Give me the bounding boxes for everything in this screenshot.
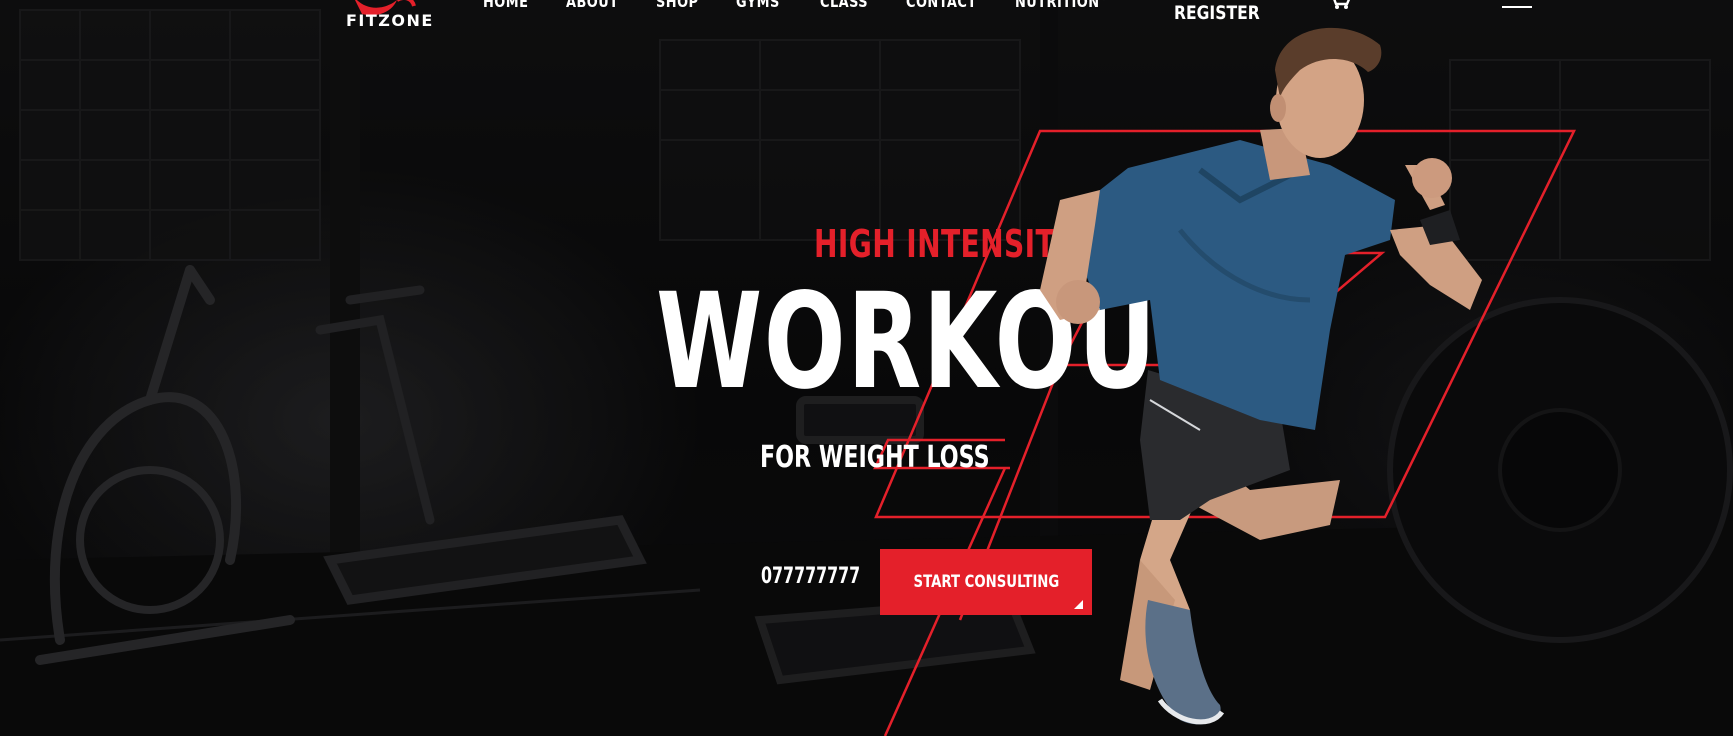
runner-athlete-image xyxy=(1040,27,1482,725)
hero-section: FITZONE HOME ABOUT SHOP GYMS CLASS CONTA… xyxy=(0,0,1733,736)
